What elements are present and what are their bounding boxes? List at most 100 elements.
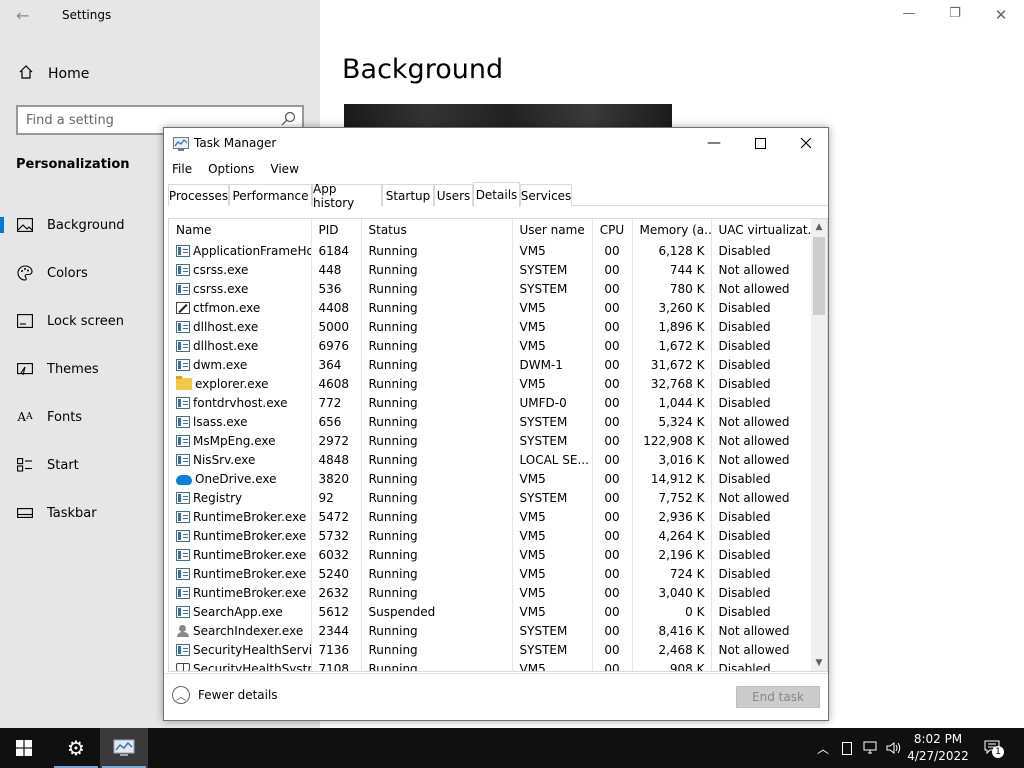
nav-home[interactable]: Home [16, 64, 89, 84]
network-icon[interactable] [860, 728, 882, 768]
taskbar-clock[interactable]: 8:02 PM 4/27/2022 [900, 731, 976, 765]
process-onedrive-icon [176, 474, 192, 485]
scrollbar-thumb[interactable] [813, 237, 825, 315]
table-row[interactable]: RuntimeBroker.exe 5472 Running VM5 00 2,936 K… [169, 507, 813, 526]
cell-status: Running [361, 469, 513, 488]
restore-icon[interactable]: ❐ [932, 6, 978, 26]
table-row[interactable]: NisSrv.exe 4848 Running LOCAL SE... 00 3,016 … [169, 450, 813, 469]
search-icon[interactable] [280, 110, 296, 128]
process-shield-icon [176, 662, 190, 671]
cell-status: Suspended [361, 602, 513, 621]
cell-memory: 3,260 K [632, 298, 712, 317]
cell-cpu: 00 [592, 469, 633, 488]
scroll-up-icon[interactable]: ▲ [811, 219, 827, 235]
table-row[interactable]: RuntimeBroker.exe 6032 Running VM5 00 2,196 K… [169, 545, 813, 564]
cell-pid: 536 [311, 279, 362, 298]
table-row[interactable]: fontdrvhost.exe 772 Running UMFD-0 00 1,044 K… [169, 393, 813, 412]
table-row[interactable]: SearchIndexer.exe 2344 Running SYSTEM 00 8,41… [169, 621, 813, 640]
column-header-uac[interactable]: UAC virtualizat... [711, 219, 813, 241]
close-icon[interactable]: ✕ [978, 6, 1024, 26]
table-row[interactable]: Registry 92 Running SYSTEM 00 7,752 K Not allo… [169, 488, 813, 507]
cell-status: Running [361, 659, 513, 671]
cell-cpu: 00 [592, 374, 633, 393]
cell-memory: 3,016 K [632, 450, 712, 469]
minimize-icon[interactable]: — [886, 6, 932, 26]
task-manager-titlebar[interactable]: Task Manager — [164, 128, 828, 158]
table-row[interactable]: dllhost.exe 5000 Running VM5 00 1,896 K Disabl… [169, 317, 813, 336]
tab-processes[interactable]: Processes [168, 184, 229, 206]
table-header-row: ^ Name PID Status User name CPU Memory (… [169, 219, 813, 241]
menu-file[interactable]: File [164, 159, 200, 181]
scroll-down-icon[interactable]: ▼ [811, 655, 827, 671]
cell-memory: 744 K [632, 260, 712, 279]
process-app-icon [176, 510, 190, 523]
cell-pid: 6184 [311, 241, 362, 260]
table-row[interactable]: explorer.exe 4608 Running VM5 00 32,768 K Disa… [169, 374, 813, 393]
column-header-cpu[interactable]: CPU [592, 219, 633, 241]
table-row[interactable]: csrss.exe 536 Running SYSTEM 00 780 K Not allo… [169, 279, 813, 298]
table-row[interactable]: lsass.exe 656 Running SYSTEM 00 5,324 K Not al… [169, 412, 813, 431]
start-button[interactable] [0, 728, 48, 768]
task-manager-title: Task Manager [194, 136, 277, 150]
process-name: csrss.exe [193, 281, 249, 296]
cell-user-name: VM5 [512, 545, 593, 564]
show-hidden-icons-chevron-icon[interactable]: ︿ [814, 728, 832, 768]
tab-users[interactable]: Users [434, 184, 473, 206]
table-row[interactable]: RuntimeBroker.exe 2632 Running VM5 00 3,040 K… [169, 583, 813, 602]
table-row[interactable]: RuntimeBroker.exe 5732 Running VM5 00 4,264 K… [169, 526, 813, 545]
table-row[interactable]: csrss.exe 448 Running SYSTEM 00 744 K Not allo… [169, 260, 813, 279]
tab-performance[interactable]: Performance [229, 184, 312, 206]
cell-pid: 4608 [311, 374, 362, 393]
table-row[interactable]: SecurityHealthSystra...7108RunningVM5009… [169, 659, 813, 671]
image-icon [17, 217, 33, 233]
vertical-scrollbar[interactable]: ▲ ▼ [811, 219, 827, 671]
column-header-status[interactable]: Status [361, 219, 513, 241]
taskbar-icon [17, 505, 33, 521]
process-name: ctfmon.exe [193, 300, 261, 315]
clock-time: 8:02 PM [913, 732, 963, 746]
column-header-name[interactable]: ^ Name [169, 219, 312, 241]
cell-name: lsass.exe [169, 412, 312, 431]
column-header-memory[interactable]: Memory (a... [632, 219, 712, 241]
menu-options[interactable]: Options [200, 159, 262, 181]
cell-status: Running [361, 317, 513, 336]
cell-memory: 1,896 K [632, 317, 712, 336]
taskbar-settings-button[interactable]: ⚙ [52, 728, 100, 768]
tab-startup[interactable]: Startup [382, 184, 434, 206]
table-row[interactable]: OneDrive.exe 3820 Running VM5 00 14,912 K Disa… [169, 469, 813, 488]
cell-pid: 7108 [311, 659, 362, 671]
tablet-icon[interactable] [838, 728, 856, 768]
column-header-pid[interactable]: PID [311, 219, 362, 241]
fewer-details-button[interactable]: ︿ Fewer details [172, 686, 278, 704]
cell-user-name: UMFD-0 [512, 393, 593, 412]
taskbar-task-manager-button[interactable] [100, 728, 148, 768]
table-row[interactable]: SecurityHealthServic...7136RunningSYSTEM… [169, 640, 813, 659]
cell-pid: 5240 [311, 564, 362, 583]
cell-cpu: 00 [592, 488, 633, 507]
cell-uac: Not allowed [711, 450, 813, 469]
tab-services[interactable]: Services [520, 184, 572, 206]
process-app-icon [176, 491, 190, 504]
table-row[interactable]: ApplicationFrameHo...6184RunningVM5006,1… [169, 241, 813, 260]
action-center-button[interactable]: 1 [980, 728, 1006, 768]
table-row[interactable]: dllhost.exe 6976 Running VM5 00 1,672 K Disabl… [169, 336, 813, 355]
process-app-icon [176, 548, 190, 561]
table-row[interactable]: MsMpEng.exe 2972 Running SYSTEM 00 122,908 KN… [169, 431, 813, 450]
back-arrow-icon[interactable]: ← [16, 6, 29, 25]
cell-user-name: SYSTEM [512, 488, 593, 507]
tab-app-history[interactable]: App history [312, 182, 382, 210]
maximize-icon[interactable] [737, 128, 783, 158]
end-task-button[interactable]: End task [736, 686, 820, 708]
menu-view[interactable]: View [262, 159, 306, 181]
table-row[interactable]: SearchApp.exe 5612 Suspended VM5 00 0 K Disabl… [169, 602, 813, 621]
tab-details[interactable]: Details [473, 182, 520, 207]
table-row[interactable]: ctfmon.exe 4408 Running VM5 00 3,260 K Disable… [169, 298, 813, 317]
close-icon[interactable] [783, 128, 829, 158]
cell-memory: 724 K [632, 564, 712, 583]
table-row[interactable]: dwm.exe 364 Running DWM-1 00 31,672 K Disabled [169, 355, 813, 374]
minimize-icon[interactable]: — [691, 128, 737, 158]
column-header-user-name[interactable]: User name [512, 219, 593, 241]
table-row[interactable]: RuntimeBroker.exe 5240 Running VM5 00 724 K Di… [169, 564, 813, 583]
column-header-label: Name [176, 223, 212, 237]
cell-pid: 2344 [311, 621, 362, 640]
